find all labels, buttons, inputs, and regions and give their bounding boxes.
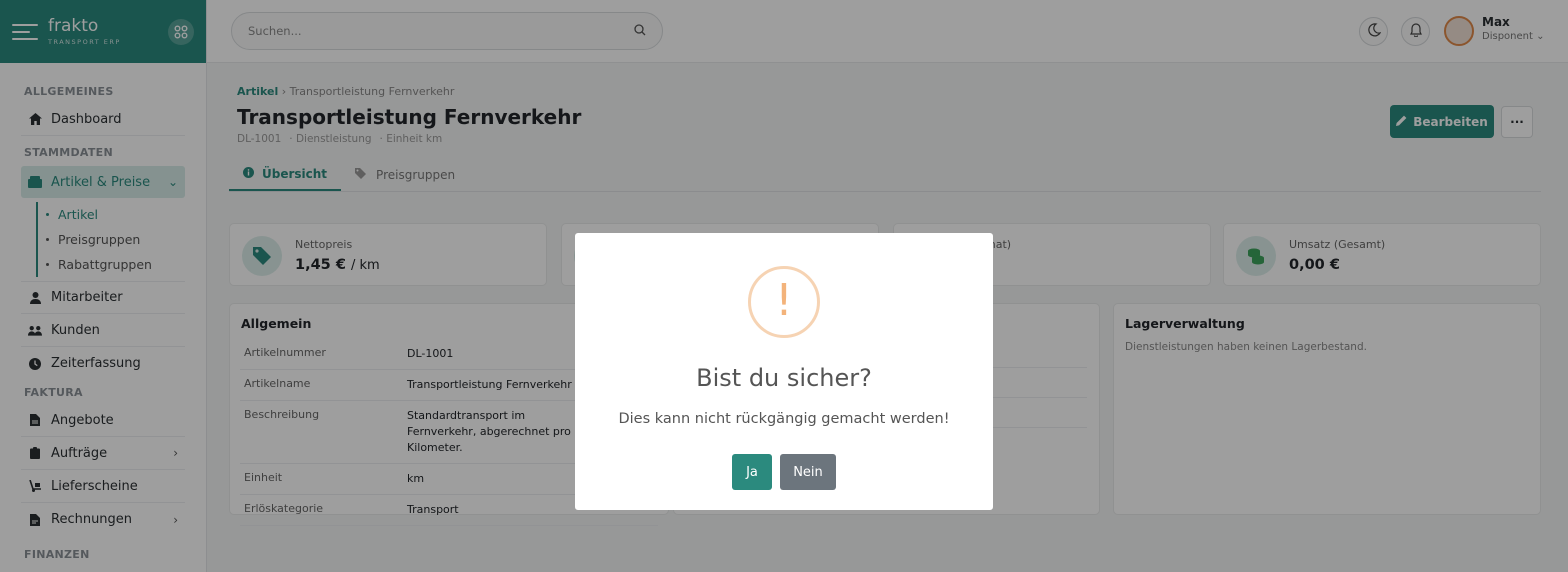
dialog-title: Bist du sicher? [696, 364, 872, 392]
dialog-text: Dies kann nicht rückgängig gemacht werde… [618, 411, 950, 427]
cancel-button[interactable]: Nein [780, 454, 836, 490]
confirm-dialog: ! Bist du sicher? Dies kann nicht rückgä… [575, 233, 993, 510]
warning-icon: ! [748, 266, 820, 338]
confirm-button[interactable]: Ja [732, 454, 772, 490]
